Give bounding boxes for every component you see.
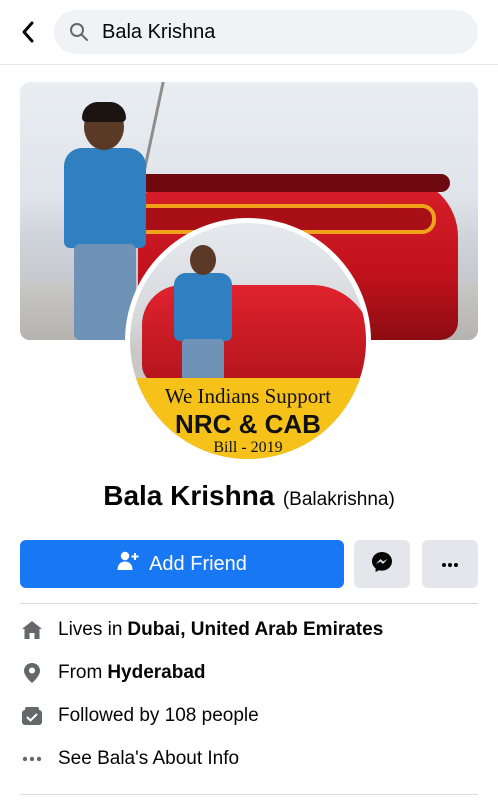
more-options-button[interactable]: [422, 540, 478, 588]
cover-car-spoiler: [120, 174, 450, 192]
from-value[interactable]: Hyderabad: [107, 662, 205, 684]
add-friend-label: Add Friend: [149, 552, 247, 575]
see-about-text: See Bala's About Info: [58, 747, 240, 769]
info-followed-by[interactable]: Followed by 108 people: [20, 694, 478, 737]
messenger-button[interactable]: [354, 540, 410, 588]
info-see-about[interactable]: See Bala's About Info: [20, 737, 478, 780]
profile-name: Bala Krishna: [103, 480, 275, 511]
divider: [20, 794, 478, 795]
search-bar[interactable]: Bala Krishna: [54, 10, 478, 54]
back-arrow-icon[interactable]: [14, 18, 42, 46]
avatar-banner-line3: Bill - 2019: [213, 439, 283, 456]
avatar-person: [170, 245, 236, 385]
search-icon: [68, 21, 90, 43]
info-lives-in: Lives in Dubai, United Arab Emirates: [20, 608, 478, 651]
top-bar: Bala Krishna: [0, 0, 498, 64]
followed-by-text: Followed by 108 people: [58, 704, 259, 726]
profile-name-row: Bala Krishna (Balakrishna): [0, 480, 498, 512]
info-from: From Hyderabad: [20, 651, 478, 694]
lives-in-prefix: Lives in: [58, 618, 123, 640]
followers-icon: [20, 704, 44, 728]
add-friend-icon: [117, 551, 139, 577]
more-dots-icon: [441, 555, 459, 573]
action-buttons: Add Friend: [20, 540, 478, 588]
divider: [0, 64, 498, 65]
add-friend-button[interactable]: Add Friend: [20, 540, 344, 588]
intro-info-list: Lives in Dubai, United Arab Emirates Fro…: [20, 608, 478, 780]
from-prefix: From: [58, 661, 103, 683]
avatar-frame-banner: We Indians Support NRC & CAB Bill - 2019: [130, 378, 366, 459]
search-query[interactable]: Bala Krishna: [102, 21, 215, 44]
avatar-banner-line1: We Indians Support: [164, 384, 332, 408]
divider: [20, 603, 478, 604]
home-icon: [20, 618, 44, 642]
lives-in-value[interactable]: Dubai, United Arab Emirates: [127, 619, 383, 641]
messenger-icon: [371, 551, 393, 578]
profile-alternate-name: (Balakrishna): [282, 489, 395, 510]
avatar-banner-line2: NRC & CAB: [175, 409, 321, 439]
location-pin-icon: [20, 661, 44, 685]
profile-picture[interactable]: We Indians Support NRC & CAB Bill - 2019: [125, 218, 371, 464]
ellipsis-icon: [20, 747, 44, 771]
